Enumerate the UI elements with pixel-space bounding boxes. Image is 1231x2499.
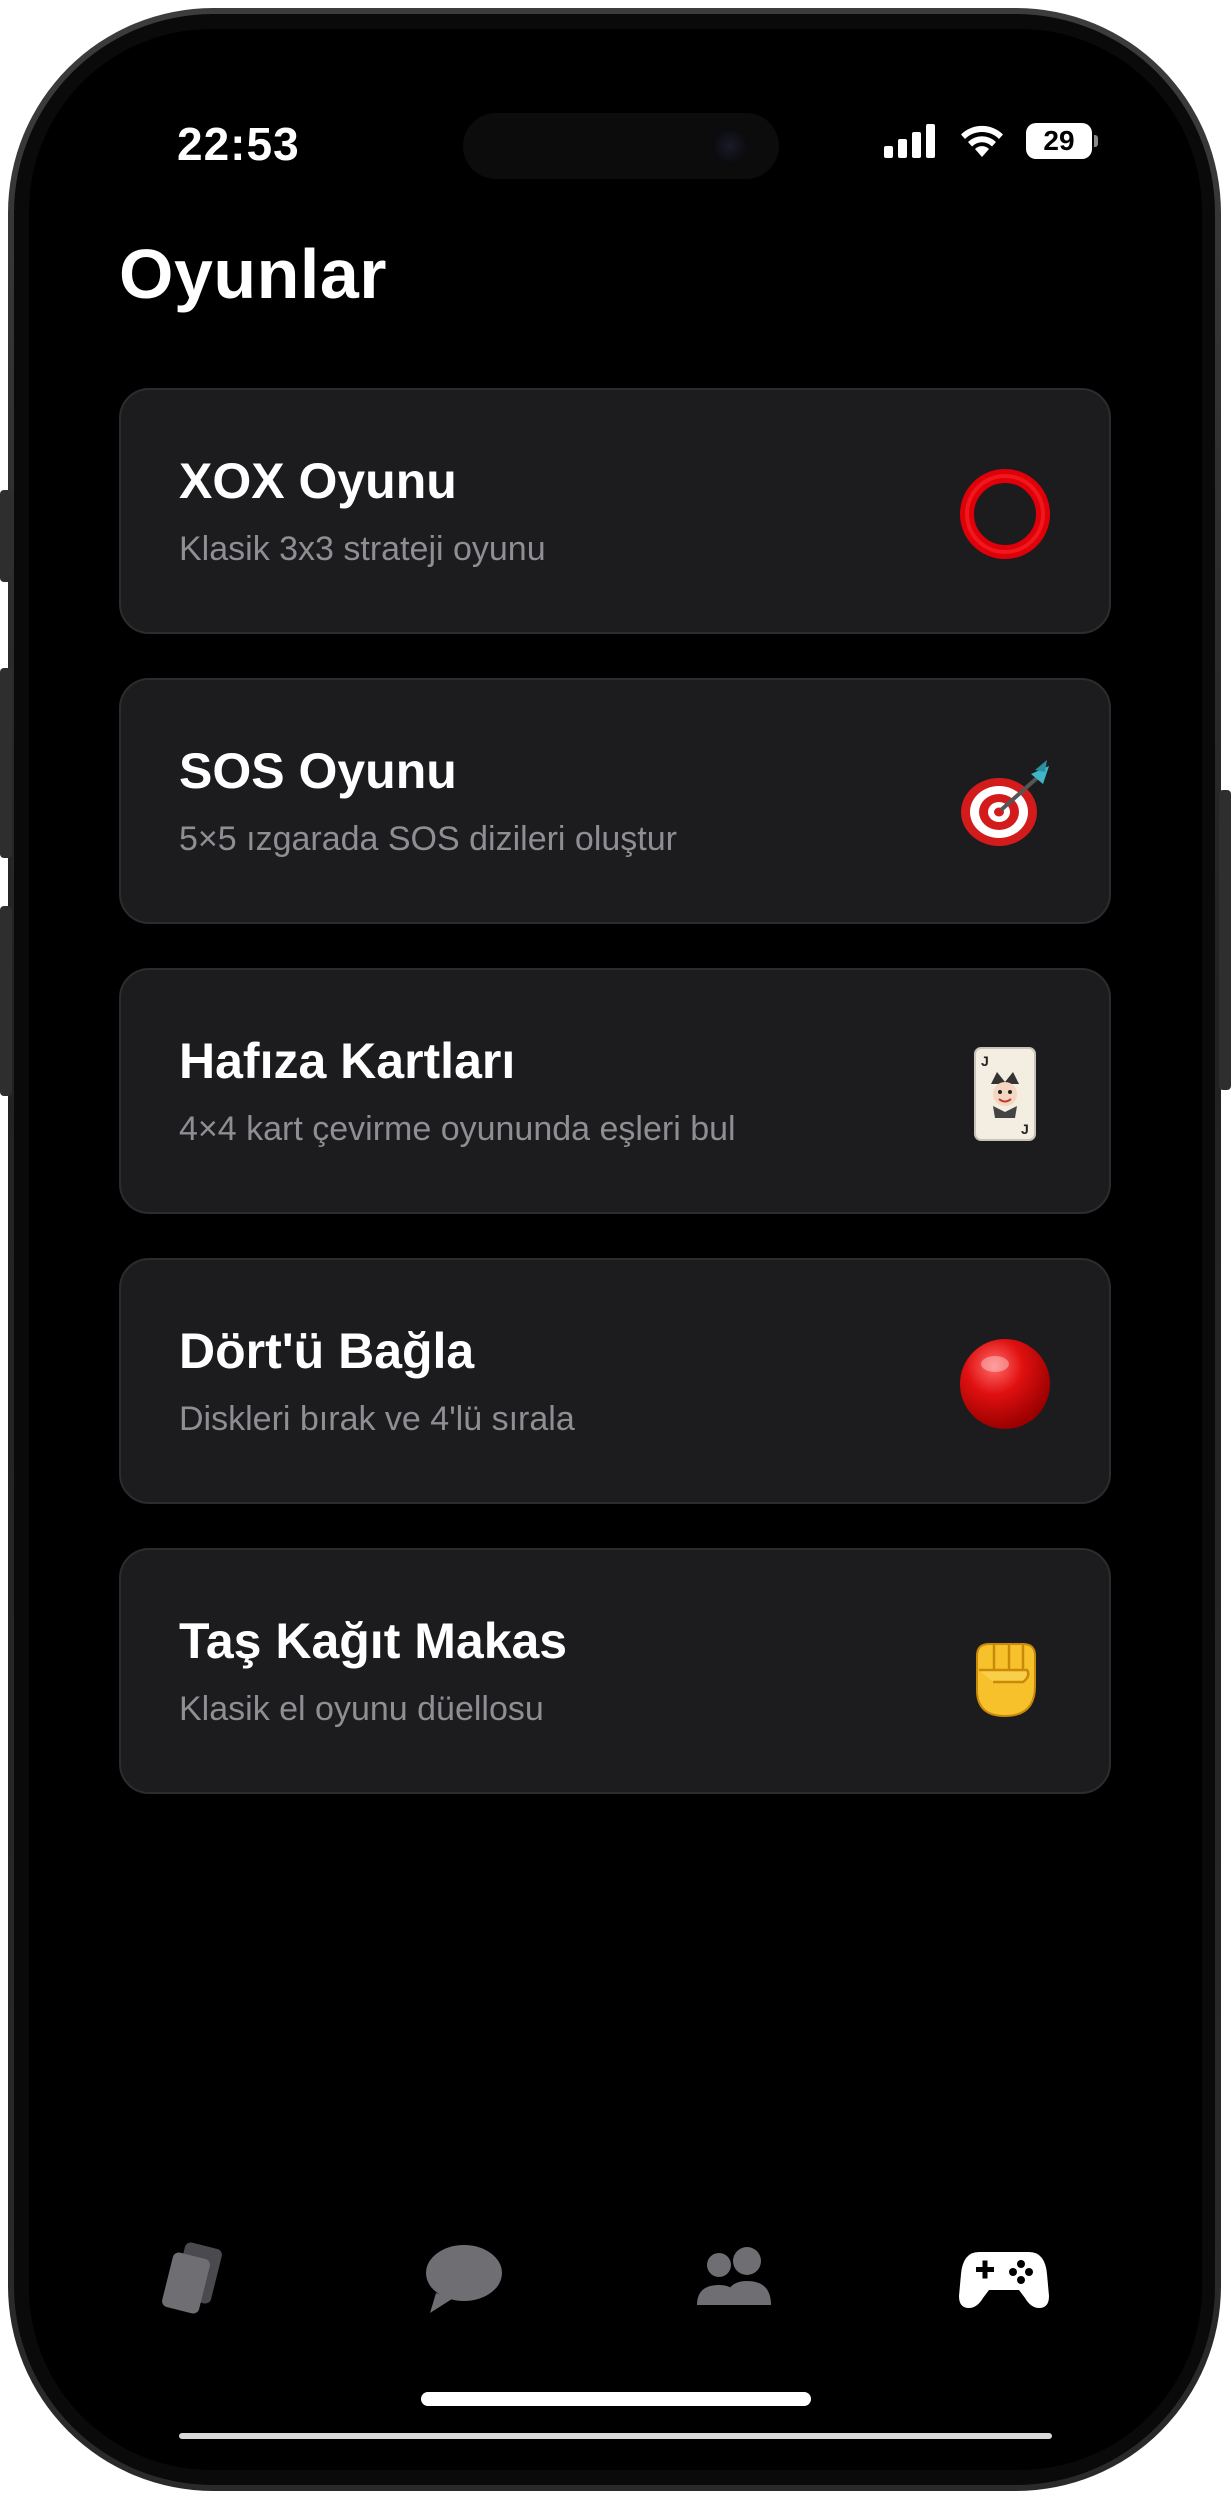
joker-card-icon: J J [957, 1046, 1053, 1142]
battery-icon: 29 [1026, 123, 1098, 159]
screen: 22:53 29 Oyunlar XOX Oyunu Klasik 3x3 st… [29, 29, 1202, 2470]
gamepad-icon [959, 2252, 1049, 2308]
red-ring-icon [957, 466, 1053, 562]
cellular-signal-icon [884, 124, 935, 158]
svg-text:J: J [981, 1053, 989, 1069]
chat-bubble-icon [426, 2245, 502, 2313]
status-indicators: 29 [884, 123, 1098, 159]
game-title: Hafıza Kartları [179, 1033, 516, 1089]
cards-icon [162, 2242, 222, 2314]
svg-text:J: J [1021, 1121, 1029, 1137]
tab-friends[interactable] [684, 2229, 784, 2329]
wifi-icon [961, 125, 1003, 157]
home-indicator[interactable] [421, 2392, 811, 2406]
game-subtitle: 4×4 kart çevirme oyununda eşleri bul [179, 1110, 736, 1148]
game-card-xox[interactable]: XOX Oyunu Klasik 3x3 strateji oyunu [119, 388, 1111, 634]
game-subtitle: 5×5 ızgarada SOS dizileri oluştur [179, 820, 677, 858]
people-icon [697, 2247, 771, 2305]
volume-up-button [0, 668, 12, 858]
raised-fist-icon [957, 1626, 1053, 1722]
game-subtitle: Klasik el oyunu düellosu [179, 1690, 544, 1728]
tab-chats[interactable] [414, 2229, 514, 2329]
game-card-connect-four[interactable]: Dört'ü Bağla Diskleri bırak ve 4'lü sıra… [119, 1258, 1111, 1504]
tab-cards[interactable] [143, 2229, 243, 2329]
tab-bar [29, 2229, 1202, 2349]
volume-down-button [0, 906, 12, 1096]
camera-icon [711, 127, 749, 165]
tab-games[interactable] [954, 2229, 1054, 2329]
game-title: XOX Oyunu [179, 453, 457, 509]
page-title: Oyunlar [119, 235, 388, 313]
status-time: 22:53 [177, 118, 300, 170]
game-title: SOS Oyunu [179, 743, 457, 799]
dart-target-icon [957, 756, 1053, 852]
game-card-sos[interactable]: SOS Oyunu 5×5 ızgarada SOS dizileri oluş… [119, 678, 1111, 924]
power-button [1219, 790, 1231, 1090]
game-card-memory[interactable]: Hafıza Kartları 4×4 kart çevirme oyunund… [119, 968, 1111, 1214]
game-title: Dört'ü Bağla [179, 1323, 475, 1379]
game-subtitle: Klasik 3x3 strateji oyunu [179, 530, 546, 568]
game-card-rock-paper-scissors[interactable]: Taş Kağıt Makas Klasik el oyunu düellosu [119, 1548, 1111, 1794]
screen-bottom-edge [179, 2433, 1052, 2439]
action-button [0, 490, 12, 582]
red-disc-icon [957, 1336, 1053, 1432]
game-title: Taş Kağıt Makas [179, 1613, 568, 1669]
game-subtitle: Diskleri bırak ve 4'lü sırala [179, 1400, 575, 1438]
